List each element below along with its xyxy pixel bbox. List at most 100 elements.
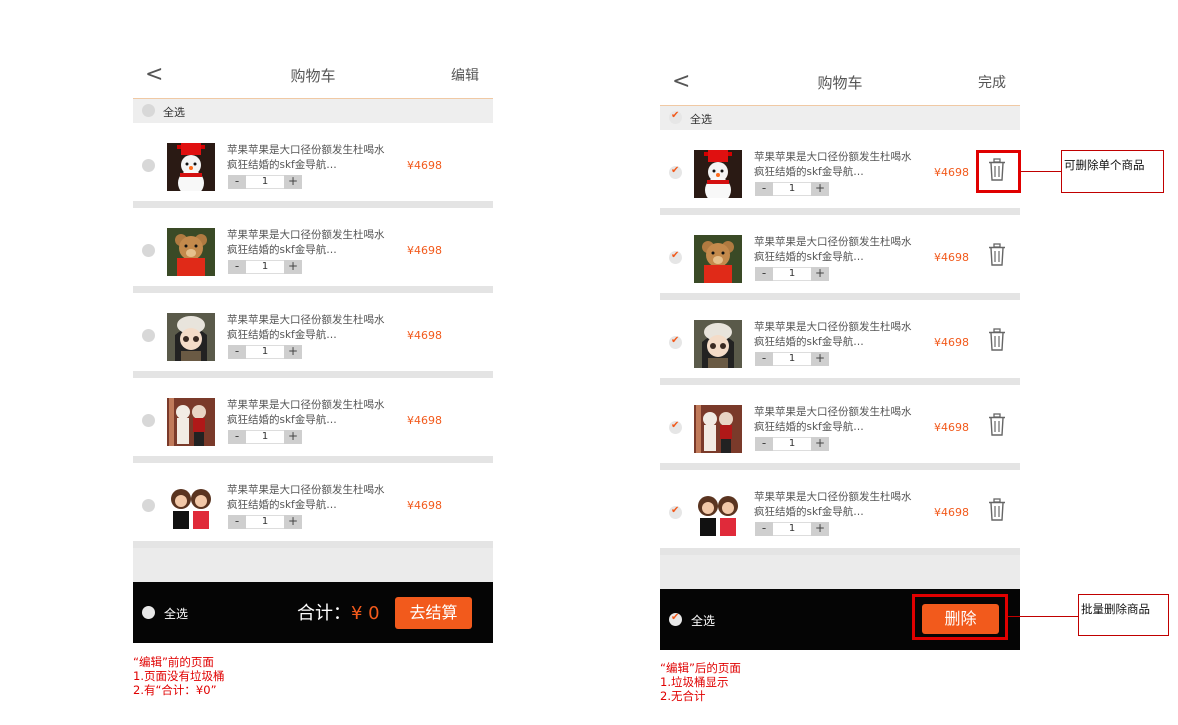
decrease-button[interactable]: -	[755, 182, 773, 196]
footer-select-all-label: 全选	[164, 607, 189, 621]
done-button[interactable]: 完成	[978, 72, 1006, 92]
product-price: ¥4698	[407, 159, 442, 172]
cart-item: 苹果苹果是大口径份额发生杜喝水疯狂结婚的skf金导航… -1+ ¥4698	[133, 208, 493, 293]
product-price: ¥4698	[934, 336, 969, 349]
edit-button[interactable]: 编辑	[451, 65, 479, 85]
product-description: 苹果苹果是大口径份额发生杜喝水疯狂结婚的skf金导航…	[754, 406, 912, 433]
notes-before-edit: “编辑”前的页面 1.页面没有垃圾桶 2.有“合计：¥0”	[133, 655, 224, 697]
quantity-input[interactable]: 1	[246, 430, 284, 444]
quantity-input[interactable]: 1	[773, 352, 811, 366]
select-all-bar[interactable]: 全选	[660, 106, 1020, 130]
select-all-label: 全选	[163, 106, 185, 119]
product-price: ¥4698	[934, 251, 969, 264]
decrease-button[interactable]: -	[755, 352, 773, 366]
item-check-icon[interactable]	[669, 505, 682, 519]
item-check-icon[interactable]	[669, 250, 682, 264]
quantity-stepper: -1 +	[228, 260, 302, 274]
decrease-button[interactable]: -	[228, 430, 246, 444]
increase-button[interactable]: +	[284, 430, 302, 444]
item-select-radio[interactable]	[142, 414, 155, 427]
select-all-bar[interactable]: 全选	[133, 99, 493, 123]
decrease-button[interactable]: -	[755, 437, 773, 451]
cart-item: 苹果苹果是大口径份额发生杜喝水疯狂结婚的skf金导航… -1+ ¥4698	[133, 293, 493, 378]
decrease-button[interactable]: -	[228, 260, 246, 274]
annotation-connector	[1021, 171, 1062, 172]
increase-button[interactable]: +	[811, 267, 829, 281]
increase-button[interactable]: +	[284, 345, 302, 359]
footer-select-all-label: 全选	[691, 614, 716, 628]
increase-button[interactable]: +	[284, 260, 302, 274]
quantity-input[interactable]: 1	[246, 345, 284, 359]
cart-footer: 全选 合计：¥ 0 去结算	[133, 582, 493, 643]
quantity-input[interactable]: 1	[246, 515, 284, 529]
footer-select-all-check-icon[interactable]	[669, 612, 682, 626]
quantity-input[interactable]: 1	[246, 175, 284, 189]
annotation-connector	[1008, 616, 1079, 617]
select-all-check-icon[interactable]	[669, 110, 682, 124]
quantity-input[interactable]: 1	[773, 182, 811, 196]
quantity-input[interactable]: 1	[773, 437, 811, 451]
decrease-button[interactable]: -	[228, 345, 246, 359]
item-check-icon[interactable]	[669, 165, 682, 179]
quantity-stepper: -1 +	[755, 437, 829, 451]
product-image	[694, 490, 742, 538]
quantity-input[interactable]: 1	[246, 260, 284, 274]
quantity-input[interactable]: 1	[773, 267, 811, 281]
notes-after-edit: “编辑”后的页面 1.垃圾桶显示 2.无合计	[660, 661, 741, 703]
product-image	[167, 483, 215, 531]
list-filler	[660, 555, 1020, 593]
item-select-radio[interactable]	[142, 329, 155, 342]
product-image	[694, 405, 742, 453]
list-filler	[133, 548, 493, 586]
cart-screen-editing: < 购物车 完成 全选 苹果苹果是大口径份额发生杜喝水疯狂结婚的skf金导航… -…	[660, 58, 1020, 650]
increase-button[interactable]: +	[811, 437, 829, 451]
increase-button[interactable]: +	[284, 515, 302, 529]
decrease-button[interactable]: -	[755, 267, 773, 281]
cart-item: 苹果苹果是大口径份额发生杜喝水疯狂结婚的skf金导航… -1+ ¥4698	[660, 215, 1020, 300]
trash-icon[interactable]	[988, 413, 1006, 437]
decrease-button[interactable]: -	[228, 515, 246, 529]
trash-icon[interactable]	[988, 498, 1006, 522]
increase-button[interactable]: +	[811, 352, 829, 366]
cart-item: 苹果苹果是大口径份额发生杜喝水疯狂结婚的skf金导航… -1+ ¥4698	[660, 385, 1020, 470]
quantity-stepper: -1 +	[755, 522, 829, 536]
note-line: “编辑”后的页面	[660, 661, 741, 675]
decrease-button[interactable]: -	[755, 522, 773, 536]
cart-item: 苹果苹果是大口径份额发生杜喝水疯狂结婚的skf金导航… -1+ ¥4698	[660, 130, 1020, 215]
cart-item: 苹果苹果是大口径份额发生杜喝水疯狂结婚的skf金导航… -1+ ¥4698	[660, 470, 1020, 555]
checkout-button[interactable]: 去结算	[395, 597, 472, 629]
item-check-icon[interactable]	[669, 335, 682, 349]
quantity-stepper: -1 +	[755, 182, 829, 196]
product-price: ¥4698	[407, 499, 442, 512]
trash-highlight-box	[976, 150, 1021, 193]
total-label: 合计：	[297, 603, 351, 624]
product-image	[694, 235, 742, 283]
item-select-radio[interactable]	[142, 159, 155, 172]
product-description: 苹果苹果是大口径份额发生杜喝水疯狂结婚的skf金导航…	[754, 321, 912, 348]
quantity-input[interactable]: 1	[773, 522, 811, 536]
item-select-radio[interactable]	[142, 244, 155, 257]
cart-item: 苹果苹果是大口径份额发生杜喝水疯狂结婚的skf金导航… -1+ ¥4698	[133, 463, 493, 548]
note-line: 1.垃圾桶显示	[660, 675, 729, 689]
trash-icon[interactable]	[988, 243, 1006, 267]
note-line: 2.有“合计：¥0”	[133, 683, 217, 697]
item-check-icon[interactable]	[669, 420, 682, 434]
select-all-radio[interactable]	[142, 104, 155, 117]
product-image	[167, 398, 215, 446]
note-line: 2.无合计	[660, 689, 706, 703]
footer-select-all-radio[interactable]	[142, 606, 155, 619]
cart-list: 苹果苹果是大口径份额发生杜喝水疯狂结婚的skf金导航…-1+¥4698苹果苹果是…	[660, 130, 1020, 555]
nav-bar: < 购物车 完成	[660, 58, 1020, 106]
decrease-button[interactable]: -	[228, 175, 246, 189]
quantity-stepper: -1 +	[755, 267, 829, 281]
increase-button[interactable]: +	[811, 182, 829, 196]
increase-button[interactable]: +	[811, 522, 829, 536]
product-description: 苹果苹果是大口径份额发生杜喝水疯狂结婚的skf金导航…	[227, 144, 385, 171]
increase-button[interactable]: +	[284, 175, 302, 189]
page-title: 购物车	[290, 67, 336, 85]
note-line: 1.页面没有垃圾桶	[133, 669, 225, 683]
item-select-radio[interactable]	[142, 499, 155, 512]
total: 合计：¥ 0	[297, 599, 380, 625]
product-image	[694, 320, 742, 368]
trash-icon[interactable]	[988, 328, 1006, 352]
